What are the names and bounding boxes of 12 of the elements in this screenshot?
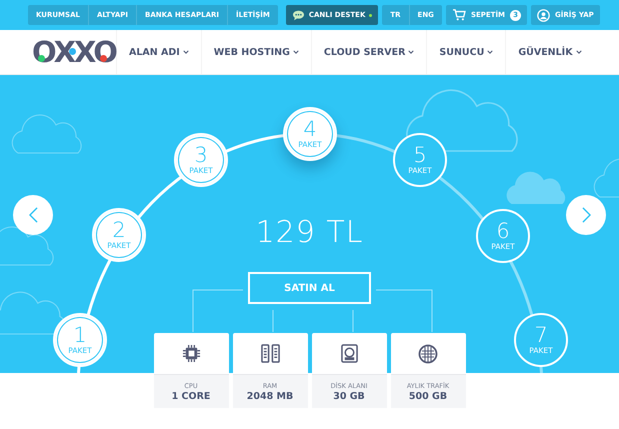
nav-menu-item[interactable]: CLOUD SERVER — [310, 30, 426, 74]
logo[interactable]: OXXO — [32, 37, 116, 67]
nav-menu-item[interactable]: ALAN ADI — [116, 30, 201, 74]
spec-value: 1 CORE — [172, 390, 210, 402]
nav-menu-item[interactable]: WEB HOSTING — [200, 30, 311, 74]
spec-value: 500 GB — [408, 390, 448, 402]
spec-value: 30 GB — [333, 390, 365, 402]
buy-button[interactable]: SATIN AL — [248, 272, 371, 304]
nav-menu-item[interactable]: GÜVENLİK — [505, 30, 594, 74]
price: 129 TL — [256, 214, 364, 252]
nav-menu-item[interactable]: SUNUCU — [426, 30, 506, 74]
spec-value: 2048 MB — [246, 390, 294, 402]
